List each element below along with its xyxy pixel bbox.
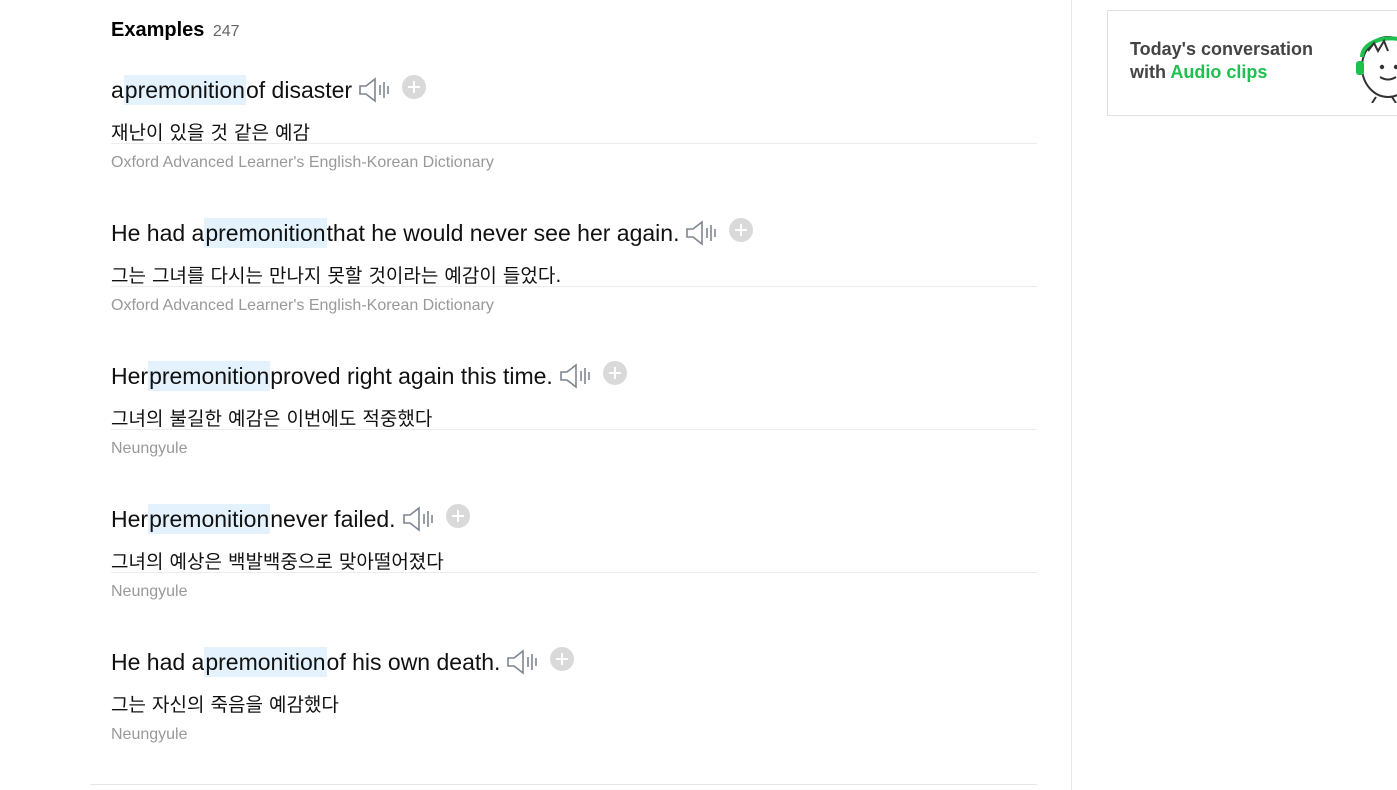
example-item: He had a premonition of his own death. 그… (111, 572, 1037, 743)
speaker-icon[interactable] (358, 77, 392, 103)
speaker-icon[interactable] (559, 363, 593, 389)
example-item: Her premonition proved right again this … (111, 286, 1037, 457)
example-item: a premonition of disaster 재난이 있을 것 같은 예감… (111, 0, 1037, 171)
add-circle-icon[interactable] (550, 647, 575, 671)
sentence-text: of his own death. (326, 649, 501, 675)
speaker-icon[interactable] (402, 506, 436, 532)
add-circle-icon[interactable] (402, 75, 427, 99)
promo-line2-prefix: with (1130, 62, 1171, 82)
sentence-text: He had a (111, 649, 205, 675)
audio-clips-promo[interactable]: Today's conversation with Audio clips (1107, 10, 1397, 116)
example-sentence: Her premonition never failed. (111, 504, 470, 534)
examples-section: Examples 247 a premonition of disaster 재… (90, 0, 1037, 790)
example-source: Neungyule (111, 726, 188, 743)
example-translation: 그는 자신의 죽음을 예감했다 (111, 694, 339, 716)
add-circle-icon[interactable] (445, 504, 470, 528)
add-circle-icon[interactable] (729, 218, 754, 242)
section-divider (90, 784, 1037, 785)
sentence-text: a (111, 77, 124, 103)
highlighted-term: premonition (148, 361, 271, 391)
example-translation: 그는 그녀를 다시는 만나지 못할 것이라는 예감이 들었다. (111, 265, 562, 287)
speaker-icon[interactable] (685, 220, 719, 246)
example-translation: 재난이 있을 것 같은 예감 (111, 122, 310, 144)
example-sentence: a premonition of disaster (111, 75, 427, 105)
promo-line1: Today's conversation (1130, 39, 1313, 59)
headphones-character-icon (1356, 36, 1397, 103)
highlighted-term: premonition (204, 647, 327, 677)
column-divider (1071, 0, 1072, 790)
sentence-text: Her (111, 506, 149, 532)
example-item: He had a premonition that he would never… (111, 143, 1037, 314)
speaker-icon[interactable] (506, 649, 540, 675)
sentence-text: of disaster (245, 77, 353, 103)
highlighted-term: premonition (148, 504, 271, 534)
example-sentence: Her premonition proved right again this … (111, 361, 627, 391)
example-translation: 그녀의 예상은 백발백중으로 맞아떨어졌다 (111, 551, 444, 573)
highlighted-term: premonition (123, 75, 246, 105)
example-item: Her premonition never failed. 그녀의 예상은 백발… (111, 429, 1037, 600)
sentence-text: never failed. (270, 506, 396, 532)
sentence-text: He had a (111, 220, 205, 246)
example-sentence: He had a premonition of his own death. (111, 647, 575, 677)
add-circle-icon[interactable] (602, 361, 627, 385)
sentence-text: proved right again this time. (270, 363, 553, 389)
promo-accent: Audio clips (1170, 62, 1268, 82)
sentence-text: that he would never see her again. (326, 220, 680, 246)
sentence-text: Her (111, 363, 149, 389)
promo-line2: with Audio clips (1130, 62, 1267, 83)
example-sentence: He had a premonition that he would never… (111, 218, 754, 248)
highlighted-term: premonition (204, 218, 327, 248)
example-translation: 그녀의 불길한 예감은 이번에도 적중했다 (111, 408, 433, 430)
